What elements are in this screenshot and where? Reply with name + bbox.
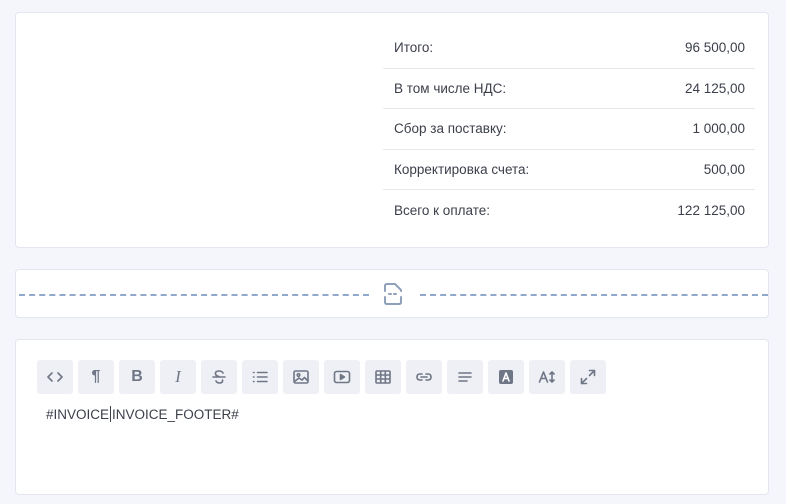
totals-label: В том числе НДС: [394,80,507,96]
totals-row-adjustment: Корректировка счета: 500,00 [383,150,755,191]
font-size-button[interactable] [529,360,565,394]
dashed-line-left [19,294,369,296]
code-view-icon [47,372,63,382]
bold-button[interactable]: B [119,360,155,394]
italic-icon: I [175,367,181,386]
bold-icon: B [131,368,143,385]
totals-value: 122 125,00 [677,203,745,219]
editor-text-before-caret: #INVOICE [46,406,110,422]
totals-row-subtotal: Итого: 96 500,00 [383,28,755,69]
link-button[interactable] [406,360,442,394]
totals-value: 24 125,00 [684,80,745,96]
rich-text-editor: ¶ B I #INVOICE INVOICE_FOOTER# [15,339,769,495]
editor-text-after-caret: INVOICE_FOOTER# [112,406,239,422]
strikethrough-button[interactable] [201,360,237,394]
fullscreen-button[interactable] [570,360,606,394]
totals-row-vat: В том числе НДС: 24 125,00 [383,69,755,110]
totals-table: Итого: 96 500,00 В том числе НДС: 24 125… [383,28,755,231]
paragraph-button[interactable]: ¶ [78,360,114,394]
video-icon [333,370,351,384]
italic-button[interactable]: I [160,360,196,394]
align-button[interactable] [447,360,483,394]
totals-value: 500,00 [703,162,745,178]
text-caret [110,406,112,422]
paragraph-icon: ¶ [91,368,101,385]
totals-row-grand-total: Всего к оплате: 122 125,00 [383,190,755,231]
totals-label: Всего к оплате: [394,203,491,219]
totals-label: Сбор за поставку: [394,121,507,137]
totals-label: Корректировка счета: [394,162,530,178]
list-icon [252,371,268,383]
table-button[interactable] [365,360,401,394]
video-button[interactable] [324,360,360,394]
editor-content[interactable]: #INVOICE INVOICE_FOOTER# [46,406,239,422]
fullscreen-icon [580,369,596,385]
image-icon [293,370,309,384]
dashed-line-right [420,294,768,296]
page-break-icon[interactable] [382,282,404,306]
totals-row-delivery-fee: Сбор за поставку: 1 000,00 [383,109,755,150]
table-icon [375,370,391,384]
link-icon [416,373,432,381]
editor-toolbar: ¶ B I [37,360,606,394]
totals-card: Итого: 96 500,00 В том числе НДС: 24 125… [15,12,769,248]
image-button[interactable] [283,360,319,394]
font-color-button[interactable] [488,360,524,394]
font-size-icon [538,371,555,383]
totals-value: 1 000,00 [692,121,745,137]
totals-label: Итого: [394,40,434,56]
strikethrough-icon [212,370,226,384]
code-view-button[interactable] [37,360,73,394]
page-break-divider[interactable] [15,269,769,318]
align-icon [458,372,472,382]
totals-value: 96 500,00 [684,40,745,56]
font-color-icon [499,370,513,384]
list-button[interactable] [242,360,278,394]
